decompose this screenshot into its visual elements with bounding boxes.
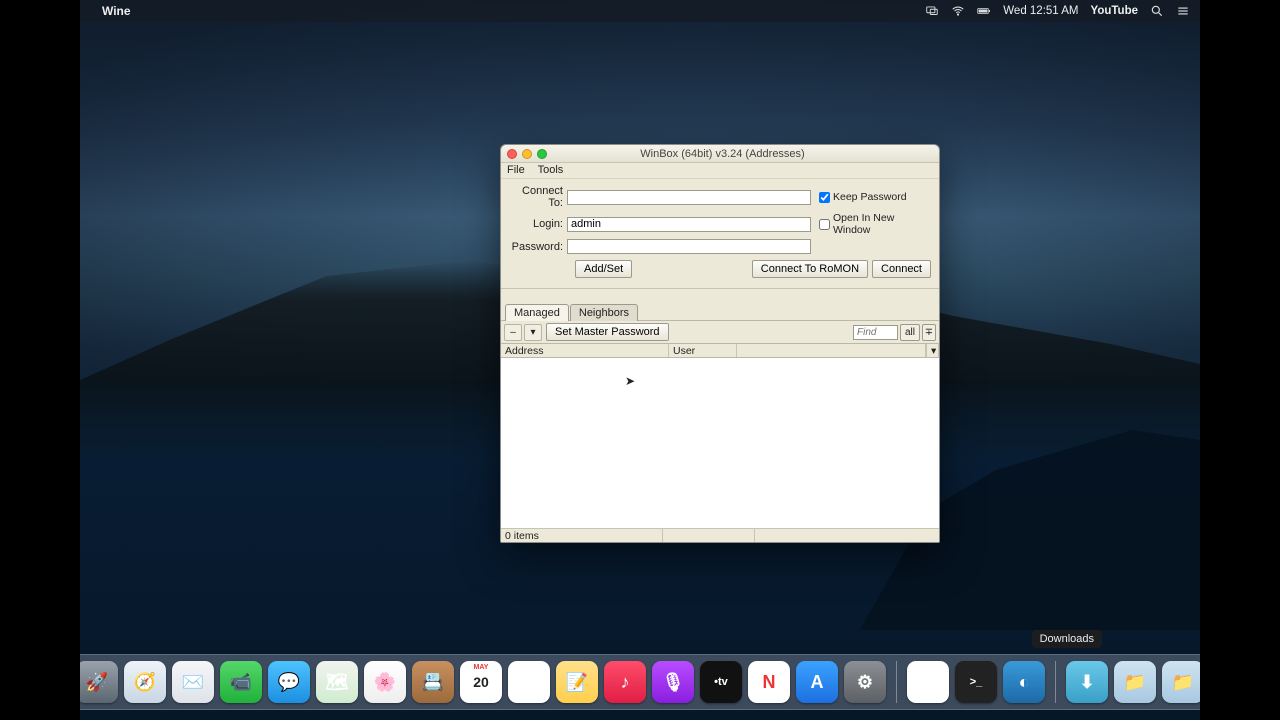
dock-reminders-icon[interactable]: ☰ [508,661,550,703]
login-input[interactable] [567,217,811,232]
macos-menubar: Wine Wed 12:51 AM YouTube [80,0,1200,22]
mouse-cursor: ➤ [625,374,635,388]
set-master-password-button[interactable]: Set Master Password [546,323,669,341]
tabbar: Managed Neighbors [501,303,939,320]
window-title: WinBox (64bit) v3.24 (Addresses) [512,148,933,160]
statusbar: 0 items [501,528,939,542]
wifi-icon[interactable] [951,4,965,18]
dock-terminal-icon[interactable]: >_ [955,661,997,703]
remove-button[interactable]: – [504,324,522,341]
menubar-youtube[interactable]: YouTube [1091,5,1138,17]
dock-mail-icon[interactable]: ✉️ [172,661,214,703]
dock-tv-icon[interactable]: •tv [700,661,742,703]
connect-button[interactable]: Connect [872,260,931,278]
dock-appstore-icon[interactable]: A [796,661,838,703]
label-keep-password: Keep Password [833,191,907,203]
filter-scope-dropdown[interactable]: all [900,324,920,341]
dock-settings-icon[interactable]: ⚙ [844,661,886,703]
tab-managed[interactable]: Managed [505,304,569,321]
password-input[interactable] [567,239,811,254]
control-center-icon[interactable] [1176,4,1190,18]
dock-maps-icon[interactable]: 🗺 [316,661,358,703]
connect-to-input[interactable] [567,190,811,205]
dock-notes-icon[interactable]: 📝 [556,661,598,703]
add-set-button[interactable]: Add/Set [575,260,632,278]
label-login: Login: [509,218,567,230]
connect-romon-button[interactable]: Connect To RoMON [752,260,868,278]
dock-tooltip: Downloads [1032,630,1102,648]
list-toolbar: – ▾ Set Master Password all ∓ [501,320,939,344]
address-list[interactable]: ➤ [501,358,939,528]
dock-folder2-icon[interactable]: 📁 [1162,661,1200,703]
keep-password-checkbox[interactable] [819,192,830,203]
dock-music-icon[interactable]: ♪ [604,661,646,703]
desktop: Wine Wed 12:51 AM YouTube WinBox (64bit)… [80,0,1200,720]
open-new-window-checkbox[interactable] [819,219,830,230]
dock-folder1-icon[interactable]: 📁 [1114,661,1156,703]
battery-icon[interactable] [977,4,991,18]
dock-photos-icon[interactable]: 🌸 [364,661,406,703]
col-address[interactable]: Address [501,344,669,357]
col-menu-icon[interactable]: ▾ [926,344,939,357]
dock-calendar-icon[interactable]: MAY20 [460,661,502,703]
menubar-clock[interactable]: Wed 12:51 AM [1003,5,1078,17]
col-extra[interactable] [737,344,926,357]
dock-textedit-icon[interactable]: ✎ [907,661,949,703]
dock-podcasts-icon[interactable]: 🎙 [652,661,694,703]
dock-contacts-icon[interactable]: 📇 [412,661,454,703]
winbox-window: WinBox (64bit) v3.24 (Addresses) File To… [500,144,940,543]
dock-separator [896,661,897,703]
dock-separator [1055,661,1056,703]
dock-safari-icon[interactable]: 🧭 [124,661,166,703]
dock-launchpad-icon[interactable]: 🚀 [80,661,118,703]
status-count: 0 items [505,529,663,542]
menu-file[interactable]: File [507,164,525,176]
find-input[interactable] [853,325,898,340]
status-cell-2 [663,529,755,542]
menu-tools[interactable]: Tools [538,164,564,176]
label-open-new-window: Open In New Window [833,212,931,236]
titlebar[interactable]: WinBox (64bit) v3.24 (Addresses) [501,145,939,163]
connection-form: Connect To: Keep Password Login: Open In… [501,179,939,289]
dock-facetime-icon[interactable]: 📹 [220,661,262,703]
column-headers: Address User ▾ [501,344,939,358]
spotlight-icon[interactable] [1150,4,1164,18]
dock-bluestacks-icon[interactable]: ◐ [1003,661,1045,703]
app-menu: File Tools [501,163,939,179]
dock-messages-icon[interactable]: 💬 [268,661,310,703]
menubar-app-name[interactable]: Wine [102,4,131,18]
columns-dropdown-icon[interactable]: ∓ [922,324,936,341]
tab-neighbors[interactable]: Neighbors [570,304,638,321]
dock-news-icon[interactable]: N [748,661,790,703]
col-user[interactable]: User [669,344,737,357]
screen-mirror-icon[interactable] [925,4,939,18]
dock-downloads-icon[interactable]: ⬇ [1066,661,1108,703]
filter-icon[interactable]: ▾ [524,324,542,341]
dock: 😀🚀🧭✉️📹💬🗺🌸📇MAY20☰📝♪🎙•tvNA⚙✎>_◐⬇📁📁🗑 [80,654,1200,710]
label-password: Password: [509,241,567,253]
label-connect-to: Connect To: [509,185,567,209]
